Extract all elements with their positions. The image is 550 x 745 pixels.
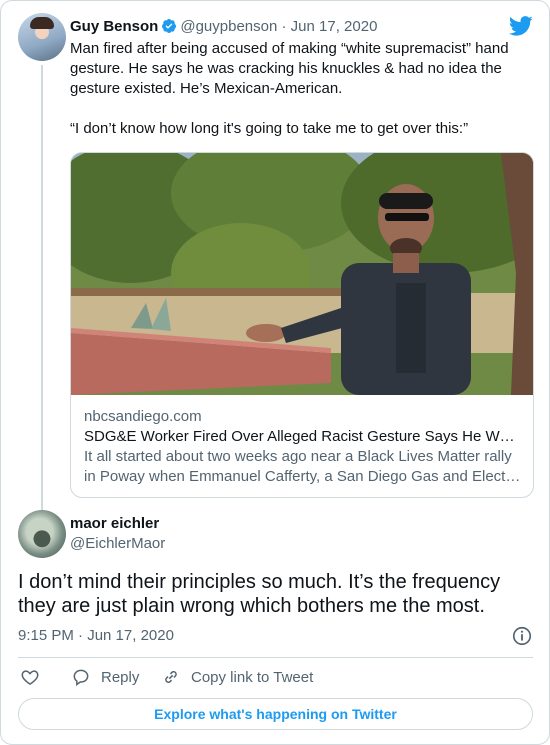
avatar-maor-eichler[interactable] — [18, 510, 66, 558]
reply-button[interactable]: Reply — [71, 667, 139, 687]
tweet-date[interactable]: Jun 17, 2020 — [291, 18, 378, 35]
link-title: SDG&E Worker Fired Over Alleged Racist G… — [84, 428, 515, 445]
twitter-bird-icon[interactable] — [509, 16, 533, 36]
reply-label: Reply — [101, 668, 140, 686]
reply-author-name[interactable]: maor eichler — [70, 515, 159, 532]
divider — [18, 657, 533, 658]
info-icon[interactable] — [511, 625, 533, 647]
like-button[interactable] — [20, 667, 40, 687]
tweet-header: Guy Benson @guypbenson · Jun 17, 2020 — [70, 17, 377, 37]
verified-badge-icon — [162, 19, 177, 33]
tweet-embed-card: Guy Benson @guypbenson · Jun 17, 2020 Ma… — [0, 0, 550, 745]
link-description: It all started about two weeks ago near … — [84, 448, 521, 485]
link-preview-card[interactable]: nbcsandiego.com SDG&E Worker Fired Over … — [70, 152, 534, 498]
link-preview-meta: nbcsandiego.com SDG&E Worker Fired Over … — [84, 407, 524, 487]
reply-author-handle[interactable]: @EichlerMaor — [70, 534, 165, 554]
heart-icon — [21, 670, 39, 685]
tweet-text: Man fired after being accused of making … — [70, 40, 509, 137]
author-handle[interactable]: @guypbenson — [180, 18, 277, 35]
thread-connector-line — [41, 65, 43, 511]
reply-author-name-row: maor eichler — [70, 514, 159, 534]
article-preview-image — [71, 153, 533, 395]
reply-timestamp[interactable]: 9:15 PM · Jun 17, 2020 — [18, 626, 174, 646]
link-icon — [165, 671, 177, 683]
avatar-guy-benson[interactable] — [18, 13, 66, 61]
explore-button[interactable]: Explore what's happening on Twitter — [18, 698, 533, 730]
reply-tweet-text: I don’t mind their principles so much. I… — [18, 571, 501, 617]
separator-dot: · — [281, 18, 287, 35]
reply-icon — [73, 669, 89, 686]
author-name[interactable]: Guy Benson — [70, 18, 158, 35]
copy-link-button[interactable]: Copy link to Tweet — [161, 667, 313, 687]
copy-link-label: Copy link to Tweet — [191, 668, 314, 686]
link-domain: nbcsandiego.com — [84, 408, 202, 425]
